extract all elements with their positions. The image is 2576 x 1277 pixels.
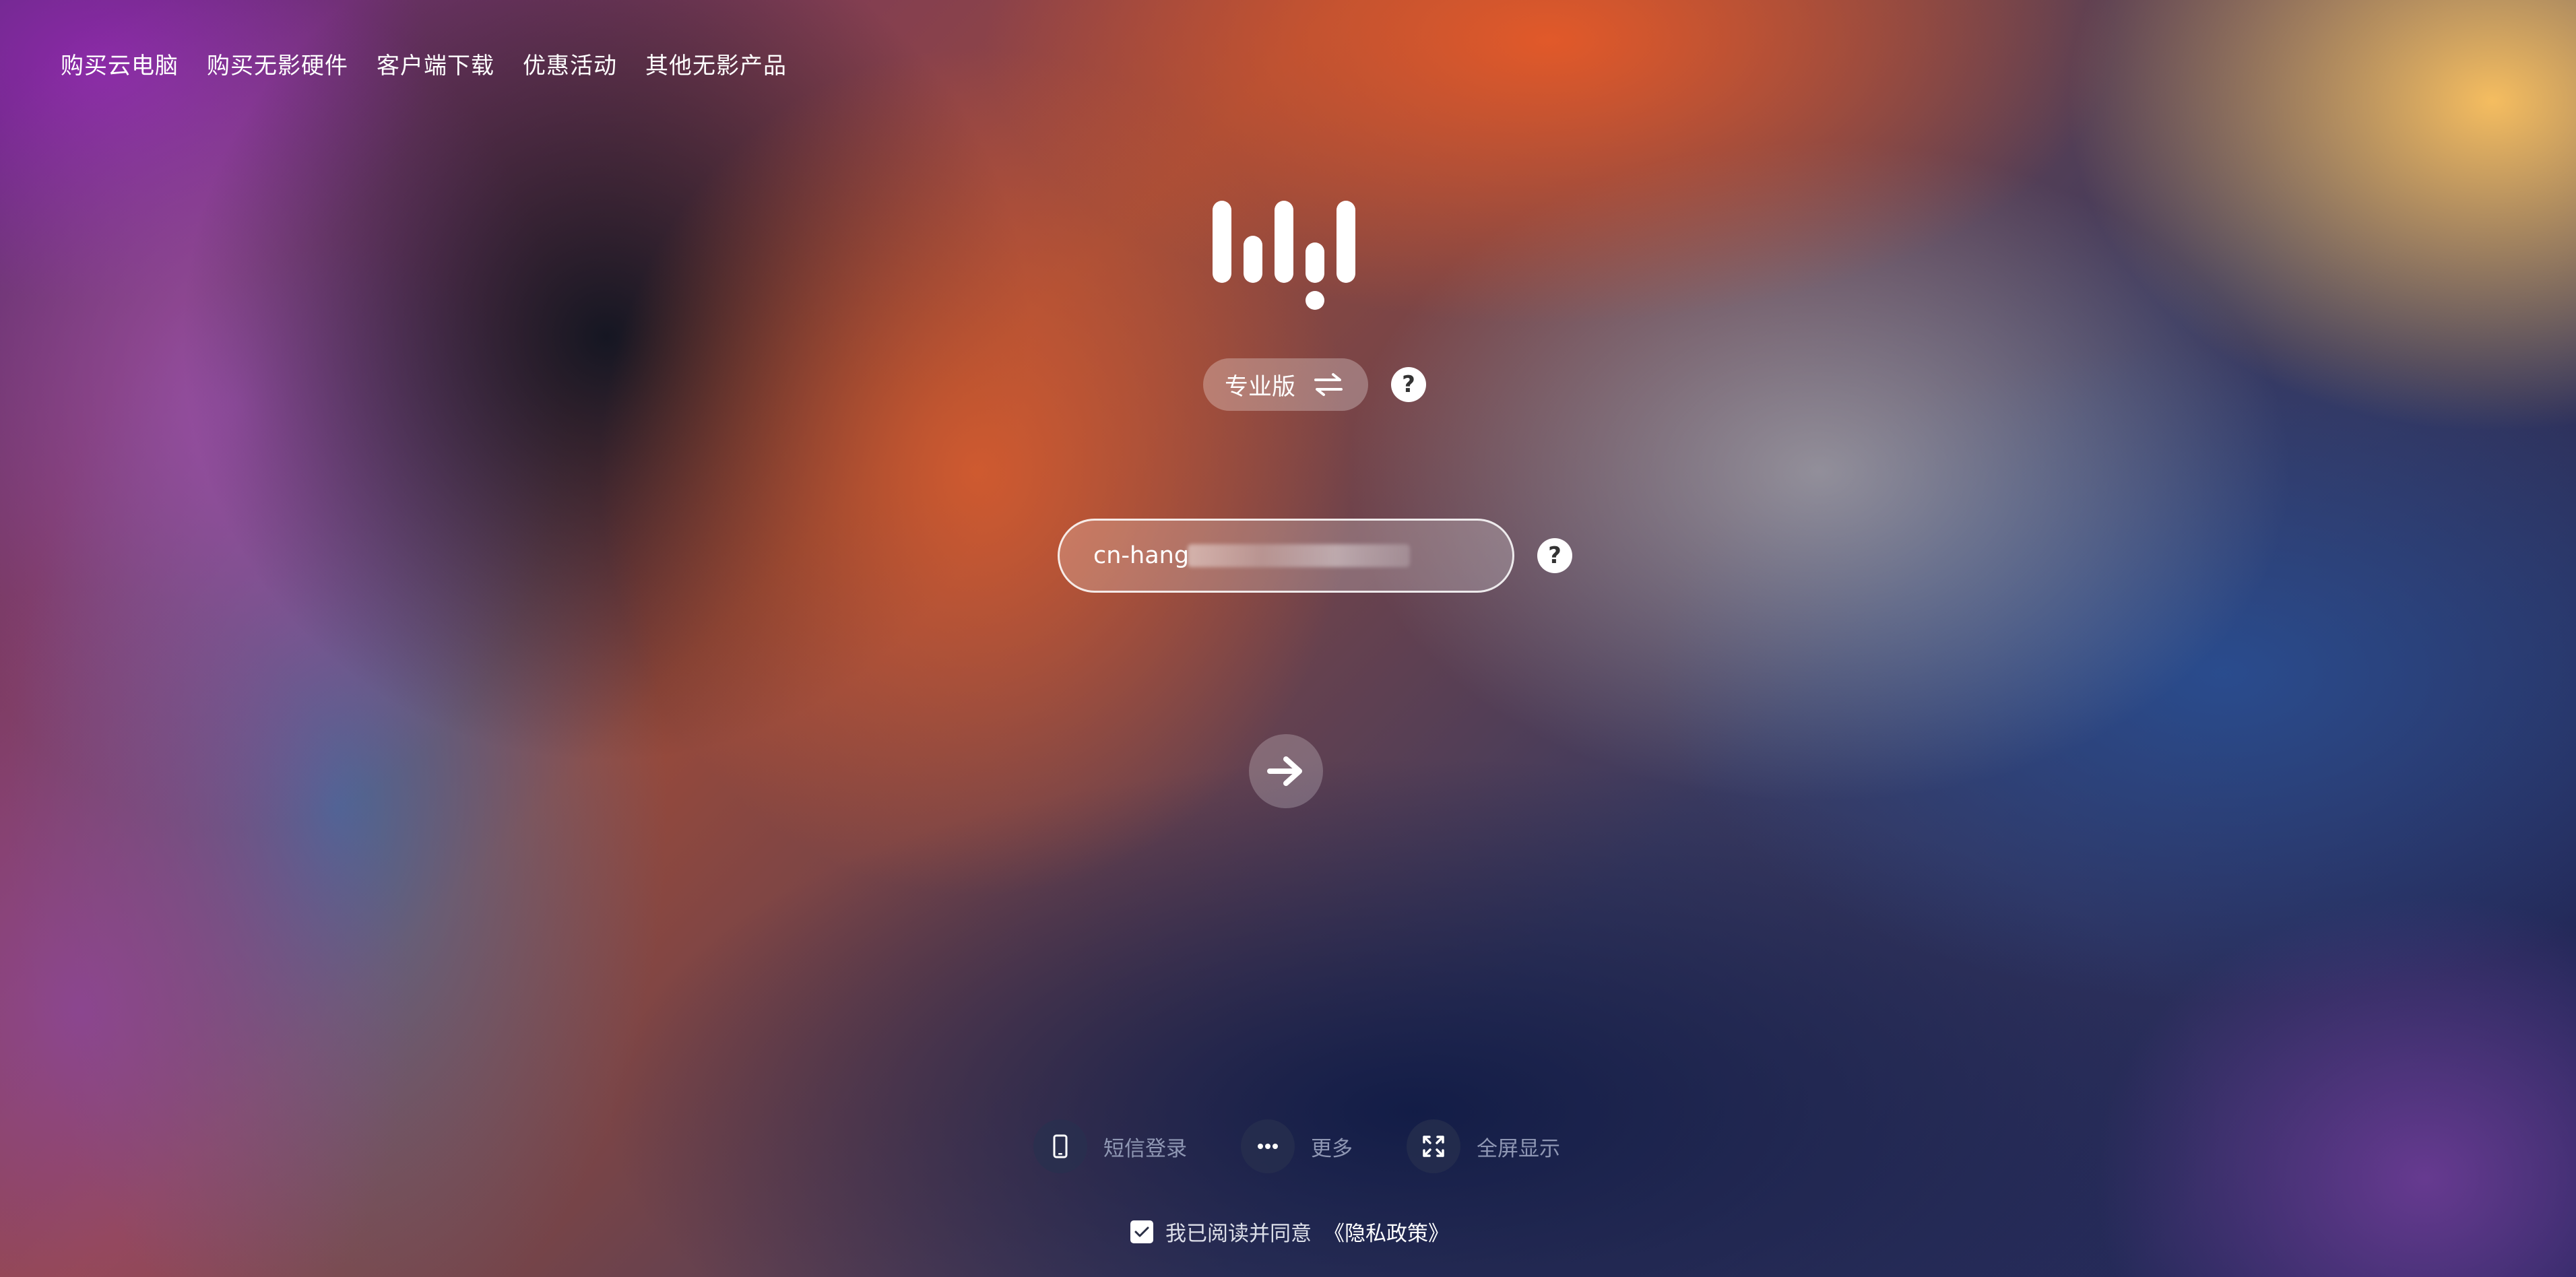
edition-help-icon[interactable]: ? xyxy=(1391,367,1427,402)
redacted-text xyxy=(1188,544,1410,567)
privacy-policy-link[interactable]: 《隐私政策》 xyxy=(1324,1216,1449,1247)
edition-label: 专业版 xyxy=(1225,373,1296,401)
fullscreen-icon xyxy=(1423,1136,1444,1157)
checkmark-icon xyxy=(1134,1226,1149,1237)
more-button[interactable]: 更多 xyxy=(1241,1119,1353,1173)
action-icon-wrap xyxy=(1407,1119,1460,1173)
login-page: { "topnav": { "items": [ {"label": "购买云电… xyxy=(0,0,2576,1277)
more-label: 更多 xyxy=(1311,1136,1353,1161)
phone-icon xyxy=(1053,1134,1068,1158)
top-nav: 购买云电脑 购买无影硬件 客户端下载 优惠活动 其他无影产品 xyxy=(61,47,787,80)
nav-other-products[interactable]: 其他无影产品 xyxy=(645,47,787,80)
sms-login-label: 短信登录 xyxy=(1103,1136,1187,1161)
sms-login-button[interactable]: 短信登录 xyxy=(1033,1119,1187,1173)
agree-text: 我已阅读并同意 xyxy=(1165,1222,1312,1246)
fullscreen-button[interactable]: 全屏显示 xyxy=(1407,1119,1560,1173)
edition-row: 专业版 ? xyxy=(1203,358,1427,411)
privacy-agreement: 我已阅读并同意 《隐私政策》 xyxy=(1130,1216,1449,1247)
fullscreen-label: 全屏显示 xyxy=(1477,1136,1560,1161)
arrow-right-icon xyxy=(1267,756,1302,786)
action-icon-wrap xyxy=(1033,1119,1087,1173)
submit-button[interactable] xyxy=(1249,734,1323,808)
computer-id-field[interactable] xyxy=(1058,519,1514,593)
bottom-actions: 短信登录 更多 全屏显示 xyxy=(1033,1119,1560,1173)
action-icon-wrap xyxy=(1241,1119,1295,1173)
id-help-icon[interactable]: ? xyxy=(1537,538,1572,573)
more-icon xyxy=(1258,1144,1278,1149)
login-input-row: ? xyxy=(1058,519,1572,593)
nav-client-download[interactable]: 客户端下载 xyxy=(377,47,494,80)
nav-buy-hardware[interactable]: 购买无影硬件 xyxy=(207,47,348,80)
edition-switch-button[interactable]: 专业版 xyxy=(1203,358,1369,411)
nav-buy-cloud-pc[interactable]: 购买云电脑 xyxy=(61,47,179,80)
wuying-logo-icon xyxy=(1213,201,1361,310)
agree-checkbox[interactable] xyxy=(1130,1220,1153,1243)
nav-promotions[interactable]: 优惠活动 xyxy=(523,47,617,80)
computer-id-input[interactable] xyxy=(1093,542,1188,569)
swap-arrows-icon xyxy=(1314,373,1343,396)
